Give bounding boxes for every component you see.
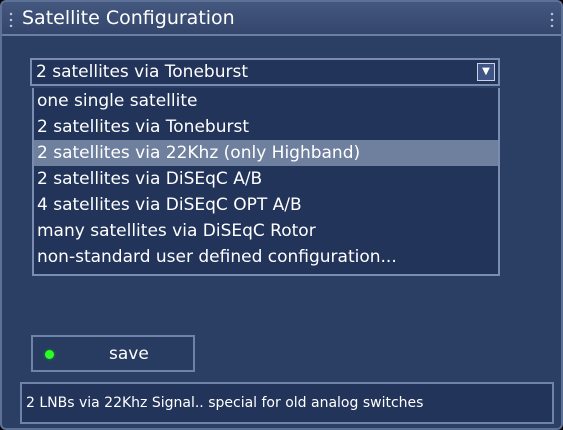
dropdown-option-single[interactable]: one single satellite <box>34 88 498 114</box>
selected-configuration: 2 satellites via Toneburst <box>36 62 248 82</box>
status-text: 2 LNBs via 22Khz Signal.. special for ol… <box>26 395 424 411</box>
dropdown-option-22khz[interactable]: 2 satellites via 22Khz (only Highband) <box>34 140 498 166</box>
grip-dots-icon <box>8 11 14 27</box>
dropdown-option-diseqc-opt[interactable]: 4 satellites via DiSEqC OPT A/B <box>34 192 498 218</box>
dropdown-option-toneburst[interactable]: 2 satellites via Toneburst <box>34 114 498 140</box>
dropdown-option-diseqc-ab[interactable]: 2 satellites via DiSEqC A/B <box>34 166 498 192</box>
title-bar: Satellite Configuration <box>2 2 561 36</box>
dropdown-option-user-defined[interactable]: non-standard user defined configuration.… <box>34 244 498 270</box>
dropdown-option-rotor[interactable]: many satellites via DiSEqC Rotor <box>34 218 498 244</box>
status-bar: 2 LNBs via 22Khz Signal.. special for ol… <box>20 382 554 424</box>
triangle-down-icon[interactable]: ▼ <box>477 63 495 81</box>
save-button-label: save <box>109 344 149 364</box>
window-title: Satellite Configuration <box>22 7 235 29</box>
configuration-select[interactable]: 2 satellites via Toneburst ▼ <box>30 58 500 86</box>
green-led-icon <box>45 350 54 359</box>
grip-dots-icon <box>549 11 555 27</box>
configuration-dropdown-list: one single satellite 2 satellites via To… <box>32 88 500 276</box>
save-button[interactable]: save <box>31 335 195 372</box>
satellite-config-window: Satellite Configuration 2 satellites via… <box>0 0 563 430</box>
